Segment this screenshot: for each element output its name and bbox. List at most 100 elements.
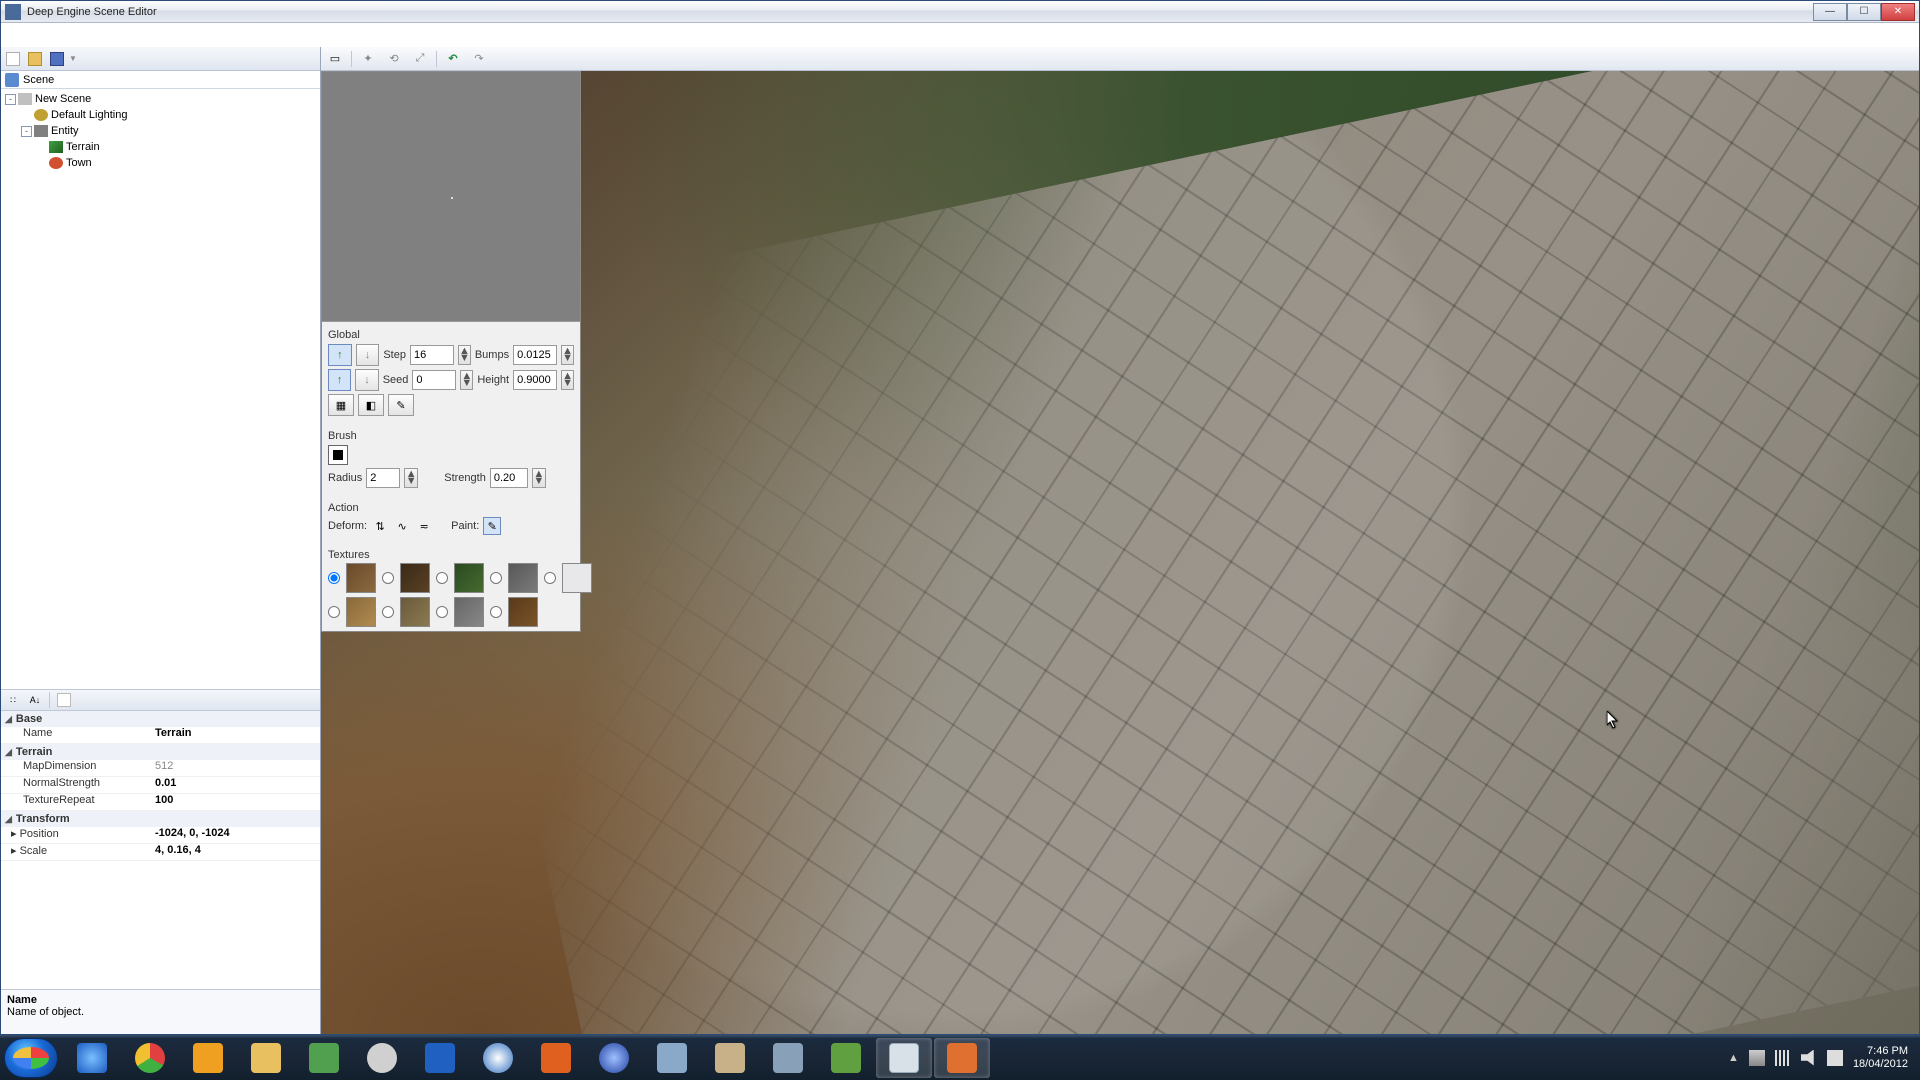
tree-node-entity[interactable]: - Entity — [3, 123, 318, 139]
taskbar-explorer[interactable] — [238, 1038, 294, 1078]
taskbar-app5[interactable] — [702, 1038, 758, 1078]
category-transform[interactable]: ◢Transform — [1, 811, 320, 827]
texture-radio-0[interactable] — [328, 572, 340, 584]
texture-swatch-darkdirt[interactable] — [400, 563, 430, 593]
tool-b-button[interactable]: ◧ — [358, 394, 384, 416]
taskbar-app4[interactable] — [644, 1038, 700, 1078]
taskbar-app2[interactable] — [528, 1038, 584, 1078]
seed-input[interactable] — [412, 370, 456, 390]
axis-tool-button[interactable]: ✦ — [358, 49, 378, 69]
scene-tree[interactable]: - New Scene - Default Lighting - Entity — [1, 89, 320, 689]
prop-row-scale[interactable]: ▸ Scale4, 0.16, 4 — [1, 844, 320, 861]
tree-node-terrain[interactable]: Terrain — [3, 139, 318, 155]
texture-swatch-sand[interactable] — [346, 597, 376, 627]
texture-radio-8[interactable] — [490, 606, 502, 618]
tool-c-button[interactable]: ✎ — [388, 394, 414, 416]
title-bar[interactable]: Deep Engine Scene Editor — ☐ ✕ — [1, 1, 1919, 23]
taskbar-clock[interactable]: 7:46 PM 18/04/2012 — [1853, 1045, 1908, 1071]
taskbar-search[interactable] — [354, 1038, 410, 1078]
taskbar[interactable]: ▲ 7:46 PM 18/04/2012 — [0, 1035, 1920, 1080]
texture-radio-1[interactable] — [382, 572, 394, 584]
save-file-button[interactable] — [47, 49, 67, 69]
deform-flatten-button[interactable]: ≂ — [415, 517, 433, 535]
lower-global-button[interactable]: ↓ — [356, 344, 380, 366]
taskbar-app6[interactable] — [760, 1038, 816, 1078]
texture-swatch-wood[interactable] — [508, 597, 538, 627]
tree-node-lighting[interactable]: - Default Lighting — [3, 107, 318, 123]
start-button[interactable] — [4, 1038, 58, 1078]
redo-button[interactable]: ↷ — [469, 49, 489, 69]
step-spinner[interactable]: ▲▼ — [458, 345, 471, 365]
reset-button[interactable]: ↓ — [355, 369, 378, 391]
prop-row-texturerepeat[interactable]: TextureRepeat100 — [1, 794, 320, 811]
taskbar-app7[interactable] — [818, 1038, 874, 1078]
close-button[interactable]: ✕ — [1881, 3, 1915, 21]
texture-swatch-dirt[interactable] — [346, 563, 376, 593]
bumps-spinner[interactable]: ▲▼ — [561, 345, 574, 365]
deform-smooth-button[interactable]: ∿ — [393, 517, 411, 535]
height-spinner[interactable]: ▲▼ — [561, 370, 574, 390]
strength-spinner[interactable]: ▲▼ — [532, 468, 546, 488]
pointer-tool-button[interactable]: ▭ — [325, 49, 345, 69]
tray-volume-icon[interactable] — [1801, 1050, 1817, 1066]
texture-radio-7[interactable] — [436, 606, 448, 618]
radius-input[interactable] — [366, 468, 400, 488]
texture-radio-6[interactable] — [382, 606, 394, 618]
brush-shape-button[interactable] — [328, 445, 348, 465]
prop-row-position[interactable]: ▸ Position-1024, 0, -1024 — [1, 827, 320, 844]
new-file-button[interactable] — [3, 49, 23, 69]
scale-tool-button[interactable]: ⤢ — [410, 49, 430, 69]
deform-updown-button[interactable]: ⇅ — [371, 517, 389, 535]
categorize-button[interactable]: ∷ — [3, 690, 23, 710]
dropdown-icon[interactable]: ▼ — [69, 54, 77, 63]
texture-swatch-grey[interactable] — [454, 597, 484, 627]
texture-radio-2[interactable] — [436, 572, 448, 584]
tree-node-town[interactable]: Town — [3, 155, 318, 171]
prop-row-normalstrength[interactable]: NormalStrength0.01 — [1, 777, 320, 794]
expander-icon[interactable]: - — [5, 94, 16, 105]
minimize-button[interactable]: — — [1813, 3, 1847, 21]
prop-pages-button[interactable] — [54, 690, 74, 710]
texture-swatch-rock[interactable] — [508, 563, 538, 593]
paint-button[interactable]: ✎ — [483, 517, 501, 535]
rotate-tool-button[interactable]: ⟲ — [384, 49, 404, 69]
taskbar-vs[interactable] — [296, 1038, 352, 1078]
taskbar-outlook[interactable] — [180, 1038, 236, 1078]
texture-radio-5[interactable] — [328, 606, 340, 618]
seed-spinner[interactable]: ▲▼ — [460, 370, 473, 390]
tree-root[interactable]: - New Scene — [3, 91, 318, 107]
expander-icon[interactable]: - — [21, 126, 32, 137]
prop-row-mapdim[interactable]: MapDimension512 — [1, 760, 320, 777]
taskbar-itunes[interactable] — [470, 1038, 526, 1078]
strength-input[interactable] — [490, 468, 528, 488]
open-file-button[interactable] — [25, 49, 45, 69]
texture-radio-4[interactable] — [544, 572, 556, 584]
taskbar-scene-editor[interactable] — [876, 1038, 932, 1078]
tray-arrow-icon[interactable]: ▲ — [1728, 1052, 1739, 1064]
category-terrain[interactable]: ◢Terrain — [1, 744, 320, 760]
prop-row-name[interactable]: NameTerrain — [1, 727, 320, 744]
system-tray[interactable]: ▲ 7:46 PM 18/04/2012 — [1728, 1045, 1916, 1071]
texture-radio-3[interactable] — [490, 572, 502, 584]
tray-flag-icon[interactable] — [1827, 1050, 1843, 1066]
taskbar-app1[interactable] — [412, 1038, 468, 1078]
property-grid[interactable]: ◢Base NameTerrain ◢Terrain MapDimension5… — [1, 711, 320, 989]
height-input[interactable] — [513, 370, 557, 390]
taskbar-ie[interactable] — [64, 1038, 120, 1078]
bumps-input[interactable] — [513, 345, 557, 365]
sort-az-button[interactable]: A↓ — [25, 690, 45, 710]
texture-swatch-grass[interactable] — [454, 563, 484, 593]
radius-spinner[interactable]: ▲▼ — [404, 468, 418, 488]
taskbar-chrome[interactable] — [122, 1038, 178, 1078]
randomize-button[interactable]: ↑ — [328, 369, 351, 391]
texture-swatch-mix[interactable] — [400, 597, 430, 627]
undo-button[interactable]: ↶ — [443, 49, 463, 69]
maximize-button[interactable]: ☐ — [1847, 3, 1881, 21]
tray-network-icon[interactable] — [1749, 1050, 1765, 1066]
taskbar-app3[interactable] — [586, 1038, 642, 1078]
taskbar-app8[interactable] — [934, 1038, 990, 1078]
step-input[interactable] — [410, 345, 454, 365]
tool-a-button[interactable]: ▦ — [328, 394, 354, 416]
raise-global-button[interactable]: ↑ — [328, 344, 352, 366]
terrain-preview[interactable] — [322, 72, 580, 322]
